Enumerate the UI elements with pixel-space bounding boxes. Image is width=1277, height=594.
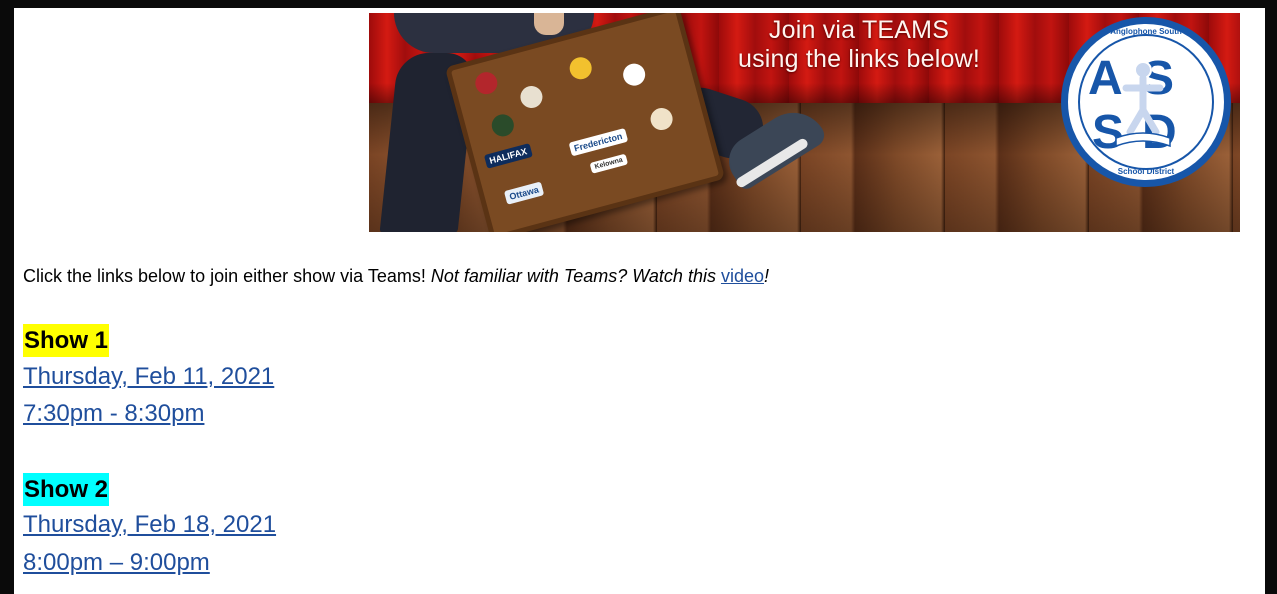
show-1-time-link[interactable]: 7:30pm - 8:30pm bbox=[23, 399, 204, 429]
email-body: HALIFAX Fredericton Ottawa Kelowna Join … bbox=[14, 8, 1265, 594]
window-frame: HALIFAX Fredericton Ottawa Kelowna Join … bbox=[0, 0, 1277, 594]
event-banner-image: HALIFAX Fredericton Ottawa Kelowna Join … bbox=[369, 13, 1240, 232]
svg-text:A: A bbox=[1088, 52, 1122, 105]
sticker-halifax: HALIFAX bbox=[483, 143, 533, 169]
intro-paragraph: Click the links below to join either sho… bbox=[23, 266, 770, 286]
sticker-fredericton: Fredericton bbox=[568, 128, 628, 157]
sticker-icon bbox=[517, 83, 545, 111]
svg-text:S: S bbox=[1092, 106, 1123, 159]
show-2-title: Show 2 bbox=[23, 473, 110, 506]
sticker-icon bbox=[472, 69, 500, 97]
sticker-icon bbox=[489, 111, 517, 139]
show-2-date-link[interactable]: Thursday, Feb 18, 2021 bbox=[23, 510, 276, 540]
sticker-icon bbox=[620, 61, 648, 89]
district-logo: Anglophone South A S S D School District bbox=[1061, 17, 1231, 187]
sticker-ottawa: Ottawa bbox=[503, 181, 545, 205]
show-2-time-link[interactable]: 8:00pm – 9:00pm bbox=[23, 548, 210, 578]
sticker-icon bbox=[648, 105, 676, 133]
assd-monogram-icon: A S S D bbox=[1088, 52, 1177, 159]
video-link[interactable]: video bbox=[721, 266, 764, 286]
sticker-kelowna: Kelowna bbox=[589, 153, 628, 174]
show-1-date-link[interactable]: Thursday, Feb 11, 2021 bbox=[23, 362, 274, 392]
banner-caption: Join via TEAMS using the links below! bbox=[737, 16, 981, 73]
logo-letters: A S S D bbox=[1086, 50, 1186, 166]
svg-text:S: S bbox=[1142, 52, 1173, 105]
show-1-title: Show 1 bbox=[23, 324, 110, 357]
sticker-icon bbox=[567, 54, 595, 82]
person-hand bbox=[534, 13, 564, 35]
